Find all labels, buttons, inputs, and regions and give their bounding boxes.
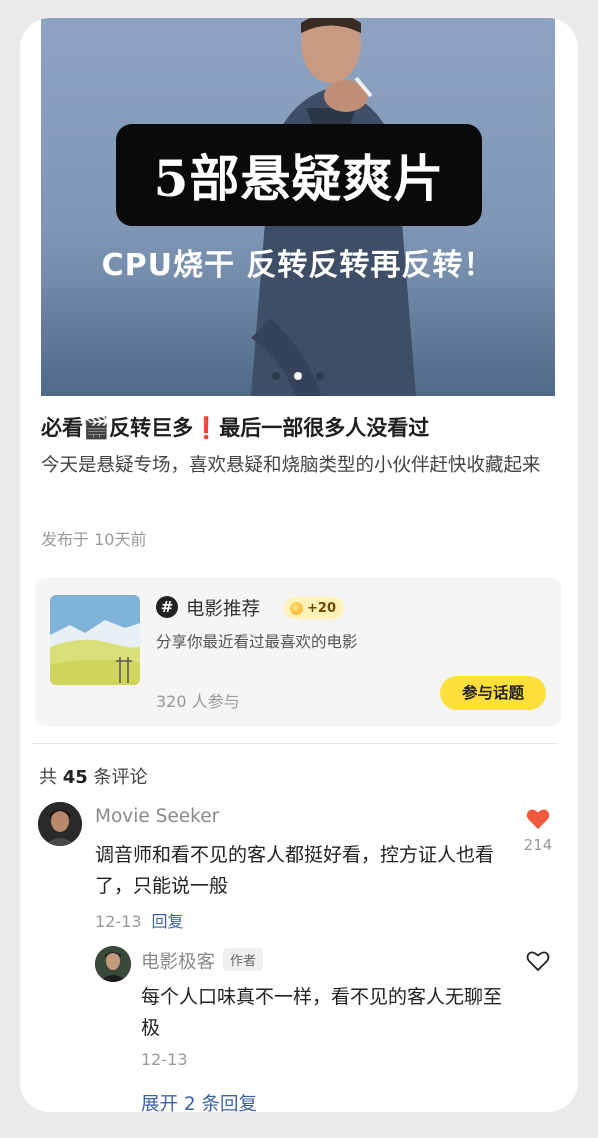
post-timestamp: 发布于 10天前 xyxy=(41,530,147,549)
carousel-dot[interactable] xyxy=(272,372,280,380)
topic-participants: 320 人参与 xyxy=(156,692,240,711)
coin-reward-text: +20 xyxy=(307,600,336,616)
phone-screen: 5部悬疑爽片 CPU烧干 反转反转再反转！ 必看🎬反转巨多❗最后一部很多人没看过… xyxy=(20,18,578,1112)
reply-author-name: 电影极客 xyxy=(141,952,216,973)
join-topic-button[interactable]: 参与话题 xyxy=(440,676,546,710)
post-title: 必看🎬反转巨多❗最后一部很多人没看过 xyxy=(41,416,430,440)
reply-date: 12-13 xyxy=(141,1050,188,1069)
coin-icon xyxy=(290,601,303,615)
comment-author[interactable]: Movie Seeker xyxy=(95,806,219,827)
comment-count-number: 45 xyxy=(62,767,88,788)
topic-thumbnail xyxy=(50,595,140,685)
comment-meta: 12-13 回复 xyxy=(95,908,184,932)
avatar[interactable] xyxy=(95,946,131,982)
reply-text: 每个人口味真不一样，看不见的客人无聊至极 xyxy=(141,986,503,1039)
like-button[interactable]: 214 xyxy=(520,808,556,854)
heart-outline-icon xyxy=(526,951,550,972)
post-description: 今天是悬疑专场，喜欢悬疑和烧脑类型的小伙伴赶快收藏起来 xyxy=(41,455,541,476)
post-image-carousel[interactable]: 5部悬疑爽片 CPU烧干 反转反转再反转！ xyxy=(41,18,555,396)
carousel-dot[interactable] xyxy=(316,372,324,380)
comment-count-header: 共 45 条评论 xyxy=(39,763,148,789)
comment-count-prefix: 共 xyxy=(39,767,57,788)
like-count: 214 xyxy=(523,836,553,854)
hero-title-banner: 5部悬疑爽片 xyxy=(116,124,482,226)
reply-button[interactable]: 回复 xyxy=(152,912,184,931)
author-tag: 作者 xyxy=(223,948,264,971)
divider xyxy=(32,743,558,744)
expand-replies-link[interactable]: 展开 2 条回复 xyxy=(141,1090,257,1112)
reply-author[interactable]: 电影极客 作者 xyxy=(141,948,264,974)
heart-filled-icon xyxy=(526,809,550,829)
coin-reward-badge: +20 xyxy=(284,597,344,619)
hashtag-icon: # xyxy=(156,596,178,618)
comment-text: 调音师和看不见的客人都挺好看，控方证人也看了，只能说一般 xyxy=(95,844,495,897)
hero-subtitle: CPU烧干 反转反转再反转！ xyxy=(101,248,495,283)
comment-date: 12-13 xyxy=(95,912,142,931)
carousel-dot-active[interactable] xyxy=(294,372,302,380)
topic-card[interactable]: # 电影推荐 +20 分享你最近看过最喜欢的电影 320 人参与 参与话题 xyxy=(35,578,561,726)
avatar[interactable] xyxy=(38,802,82,846)
carousel-dots xyxy=(41,372,555,380)
topic-description: 分享你最近看过最喜欢的电影 xyxy=(156,633,358,651)
like-button[interactable] xyxy=(523,950,553,976)
topic-name[interactable]: 电影推荐 xyxy=(186,595,260,621)
comment-count-suffix: 条评论 xyxy=(93,767,148,788)
